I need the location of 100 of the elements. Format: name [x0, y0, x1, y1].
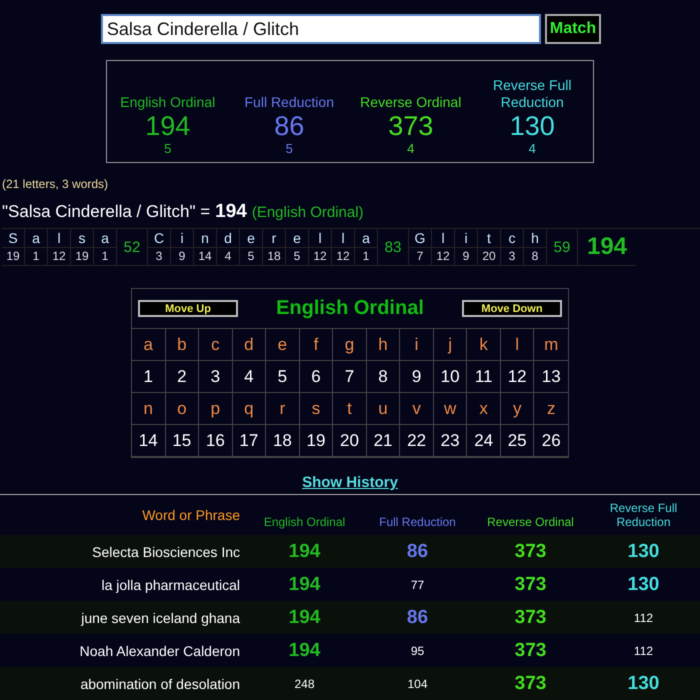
letter-cell: j: [434, 329, 468, 361]
value-cell: 6: [300, 361, 334, 393]
value-cell: 373: [474, 535, 587, 568]
cipher-word-count: 5: [164, 141, 172, 156]
value-cell: 19: [300, 425, 334, 457]
letter-cell: G: [414, 229, 426, 247]
value-cell: 86: [361, 601, 474, 634]
cipher-word-count: 5: [286, 141, 293, 156]
letter-value-cell: 5: [286, 247, 308, 265]
value-cell: 11: [467, 361, 501, 393]
letter-cell: l: [341, 229, 345, 247]
letter-value-cell: 1: [25, 247, 47, 265]
letter-value-cell: 8: [524, 247, 546, 265]
value-cell: 24: [467, 425, 501, 457]
letter-cell: k: [467, 329, 501, 361]
letter-value-cell: 5: [240, 247, 262, 265]
cipher-label: (English Ordinal): [252, 204, 364, 221]
cipher-name: Reverse Full Reduction: [492, 77, 573, 111]
word-total: 83: [378, 229, 409, 266]
letter-cell: h: [531, 229, 539, 247]
phrase-cell: abomination of desolation: [0, 667, 248, 700]
letter-value-cell: 12: [309, 247, 331, 265]
phrase-cell: Selecta Biosciences Inc: [0, 535, 248, 568]
letter-value-cell: 18: [263, 247, 285, 265]
column-header: Reverse Ordinal: [474, 501, 587, 535]
letter-cell: c: [199, 329, 233, 361]
letter-cell: q: [232, 393, 266, 425]
value-cell: 17: [232, 425, 266, 457]
cipher-value: 86: [274, 111, 304, 141]
letter-cell: t: [333, 393, 367, 425]
letter-cell: a: [32, 229, 40, 247]
letter-cell: b: [166, 329, 200, 361]
cipher-name: English Ordinal: [120, 94, 216, 111]
value-cell: 26: [534, 425, 568, 457]
phrase-cell: Noah Alexander Calderon: [0, 634, 248, 667]
letter-cell: l: [441, 229, 445, 247]
value-cell: 373: [474, 667, 587, 700]
letter-cell: t: [487, 229, 491, 247]
letter-value-cell: 4: [217, 247, 239, 265]
letter-cell: n: [201, 229, 209, 247]
value-cell: 194: [248, 568, 361, 601]
letter-value-cell: 3: [501, 247, 523, 265]
phrase-equation: "Salsa Cinderella / Glitch" =: [2, 202, 210, 222]
value-cell: 2: [166, 361, 200, 393]
letter-cell: y: [500, 393, 534, 425]
value-cell: 8: [366, 361, 400, 393]
value-cell: 373: [474, 568, 587, 601]
letter-value-cell: 7: [409, 247, 431, 265]
letter-cell: f: [300, 329, 334, 361]
cipher-name: Reverse Ordinal: [360, 94, 462, 111]
letter-cell: i: [180, 229, 184, 247]
letter-value-cell: 3: [148, 247, 170, 265]
move-down-button[interactable]: Move Down: [462, 300, 562, 317]
word-total: 52: [117, 229, 148, 266]
value-cell: 86: [361, 535, 474, 568]
letter-cell: a: [101, 229, 109, 247]
cipher-word-count: 4: [528, 141, 536, 156]
grand-total: 194: [578, 229, 636, 266]
letter-cell: c: [508, 229, 516, 247]
value-cell: 21: [366, 425, 400, 457]
value-cell: 130: [587, 568, 700, 601]
letter-cell: o: [166, 393, 200, 425]
column-header: Reverse Full Reduction: [587, 501, 700, 535]
value-cell: 13: [534, 361, 568, 393]
letter-value-cell: 14: [194, 247, 216, 265]
letter-cell: r: [272, 229, 276, 247]
search-field[interactable]: Salsa Cinderella / Glitch: [100, 14, 541, 44]
show-history-link[interactable]: Show History: [302, 474, 398, 491]
phrase-cell: june seven iceland ghana: [0, 601, 248, 634]
letter-value-cell: 12: [432, 247, 454, 265]
letter-cell: x: [467, 393, 501, 425]
letter-value-cell: 20: [478, 247, 500, 265]
letter-value-cell: 1: [355, 247, 377, 265]
value-cell: 112: [587, 601, 700, 634]
value-cell: 23: [434, 425, 468, 457]
move-up-button[interactable]: Move Up: [138, 300, 238, 317]
column-header: Full Reduction: [361, 501, 474, 535]
word-total: 59: [547, 229, 578, 266]
letter-value-cell: 19: [2, 247, 24, 265]
letter-cell: l: [318, 229, 322, 247]
letter-cell: d: [224, 229, 232, 247]
match-button[interactable]: Match: [544, 14, 602, 44]
letter-cell: p: [199, 393, 233, 425]
letter-cell: h: [366, 329, 400, 361]
letter-value-cell: 12: [332, 247, 354, 265]
phrase-cell: la jolla pharmaceutical: [0, 568, 248, 601]
letter-cell: s: [300, 393, 334, 425]
letter-cell: e: [293, 229, 301, 247]
value-cell: 3: [199, 361, 233, 393]
letter-value-cell: 9: [171, 247, 193, 265]
value-cell: 25: [500, 425, 534, 457]
letter-cell: s: [78, 229, 86, 247]
letter-cell: C: [154, 229, 164, 247]
value-cell: 4: [232, 361, 266, 393]
letter-cell: m: [534, 329, 568, 361]
value-cell: 16: [199, 425, 233, 457]
value-cell: 14: [132, 425, 166, 457]
cipher-value: 130: [510, 111, 555, 141]
letter-cell: l: [500, 329, 534, 361]
letter-cell: i: [464, 229, 468, 247]
